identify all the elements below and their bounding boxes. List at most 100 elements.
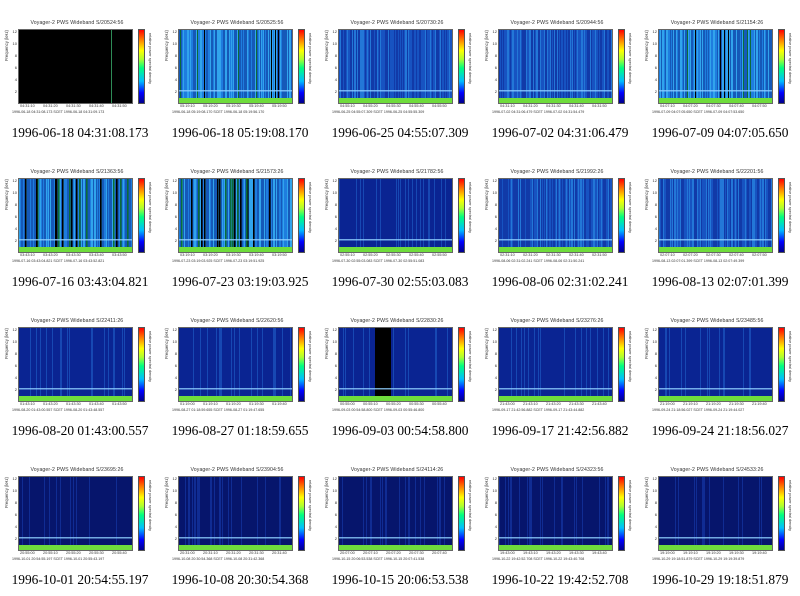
thumbnail-cell[interactable]: Voyager-2 PWS Wideband S/22620:56 Frequen…	[160, 298, 320, 447]
spectrogram-thumbnail[interactable]: Voyager-2 PWS Wideband S/20524:56 Frequen…	[2, 3, 158, 119]
thumbnail-caption[interactable]: 1996-10-01 20:54:55.197	[0, 572, 160, 588]
y-tick-labels: 12 10 8 6 4 2	[491, 325, 497, 397]
spectrogram-thumbnail[interactable]: Voyager-2 PWS Wideband S/20730:26 Frequen…	[322, 3, 478, 119]
spectrogram-thumbnail[interactable]: Voyager-2 PWS Wideband S/21154:26 Frequen…	[642, 3, 798, 119]
spectrogram-column	[593, 328, 594, 401]
thumbnail-caption[interactable]: 1996-07-09 04:07:05.650	[640, 125, 800, 141]
thumbnail-cell[interactable]: Voyager-2 PWS Wideband S/24533:26 Frequen…	[640, 447, 800, 596]
thumbnail-caption[interactable]: 1996-09-24 21:18:56.027	[640, 423, 800, 439]
spectrogram-thumbnail[interactable]: Voyager-2 PWS Wideband S/23485:56 Frequen…	[642, 301, 798, 417]
spectrogram-thumbnail[interactable]: Voyager-2 PWS Wideband S/23695:26 Frequen…	[2, 450, 158, 566]
thumbnail-header: Voyager-2 PWS Wideband S/22830:26	[350, 318, 444, 324]
thumbnail-caption[interactable]: 1996-08-13 02:07:01.399	[640, 274, 800, 290]
y-axis-label: Frequency (kHz)	[324, 477, 329, 508]
y-tick-label: 12	[652, 29, 657, 34]
thumbnail-cell[interactable]: Voyager-2 PWS Wideband S/23485:56 Frequen…	[640, 298, 800, 447]
spectrogram-column	[608, 477, 609, 550]
thumbnail-cell[interactable]: Voyager-2 PWS Wideband S/20944:56 Frequen…	[480, 0, 640, 149]
thumbnail-cell[interactable]: Voyager-2 PWS Wideband S/21154:26 Frequen…	[640, 0, 800, 149]
spectrogram-column	[542, 30, 543, 103]
spectrogram-thumbnail[interactable]: Voyager-2 PWS Wideband S/23276:26 Frequen…	[482, 301, 638, 417]
spectrogram-thumbnail[interactable]: Voyager-2 PWS Wideband S/22620:56 Frequen…	[162, 301, 318, 417]
spectrogram-column	[535, 328, 536, 401]
thumbnail-caption[interactable]: 1996-07-16 03:43:04.821	[0, 274, 160, 290]
spectrogram-column	[356, 179, 357, 252]
thumbnail-caption[interactable]: 1996-07-23 03:19:03.925	[160, 274, 320, 290]
spectrogram-column	[512, 179, 513, 252]
spectrogram-column	[189, 179, 190, 252]
spectrogram-column	[417, 179, 418, 252]
thumbnail-cell[interactable]: Voyager-2 PWS Wideband S/23276:26 Frequen…	[480, 298, 640, 447]
spectrogram-thumbnail[interactable]: Voyager-2 PWS Wideband S/22830:26 Frequen…	[322, 301, 478, 417]
spectrogram-thumbnail[interactable]: Voyager-2 PWS Wideband S/24323:56 Frequen…	[482, 450, 638, 566]
spectrogram-column	[403, 179, 404, 252]
thumbnail-cell[interactable]: Voyager-2 PWS Wideband S/22830:26 Frequen…	[320, 298, 480, 447]
spectrogram-thumbnail[interactable]: Voyager-2 PWS Wideband S/24114:26 Frequen…	[322, 450, 478, 566]
thumbnail-cell[interactable]: Voyager-2 PWS Wideband S/22411:26 Frequen…	[0, 298, 160, 447]
spectrogram-column	[372, 179, 373, 252]
spectrogram-stripe	[256, 30, 257, 103]
thumbnail-cell[interactable]: Voyager-2 PWS Wideband S/20524:56 Frequen…	[0, 0, 160, 149]
spectrogram-thumbnail[interactable]: Voyager-2 PWS Wideband S/21573:26 Frequen…	[162, 152, 318, 268]
spectrogram-column	[194, 179, 195, 252]
spectrogram-thumbnail[interactable]: Voyager-2 PWS Wideband S/21782:56 Frequen…	[322, 152, 478, 268]
spectrogram-column	[272, 477, 273, 550]
thumbnail-cell[interactable]: Voyager-2 PWS Wideband S/21573:26 Frequen…	[160, 149, 320, 298]
thumbnail-cell[interactable]: Voyager-2 PWS Wideband S/20525:56 Frequen…	[160, 0, 320, 149]
thumbnail-caption[interactable]: 1996-09-17 21:42:56.882	[480, 423, 640, 439]
spectrogram-thumbnail[interactable]: Voyager-2 PWS Wideband S/24533:26 Frequen…	[642, 450, 798, 566]
spectrogram-thumbnail[interactable]: Voyager-2 PWS Wideband S/20944:56 Frequen…	[482, 3, 638, 119]
spectrogram-column	[218, 477, 219, 550]
spectrogram-column	[339, 179, 340, 252]
thumbnail-caption[interactable]: 1996-07-30 02:55:03.083	[320, 274, 480, 290]
spectrogram-column	[440, 477, 441, 550]
spectrogram-plot	[18, 327, 133, 402]
thumbnail-cell[interactable]: Voyager-2 PWS Wideband S/23695:26 Frequen…	[0, 447, 160, 596]
thumbnail-cell[interactable]: Voyager-2 PWS Wideband S/24323:56 Frequen…	[480, 447, 640, 596]
thumbnail-caption[interactable]: 1996-09-03 00:54:58.800	[320, 423, 480, 439]
spectrogram-column	[354, 477, 355, 550]
spectrogram-thumbnail[interactable]: Voyager-2 PWS Wideband S/20525:56 Frequen…	[162, 3, 318, 119]
thumbnail-cell[interactable]: Voyager-2 PWS Wideband S/24114:26 Frequen…	[320, 447, 480, 596]
x-tick-label: 02:31:30	[546, 253, 561, 257]
spectrogram-column	[513, 328, 514, 401]
spectrogram-column	[348, 30, 349, 103]
thumbnail-caption[interactable]: 1996-06-18 05:19:08.170	[160, 125, 320, 141]
spectrogram-column	[111, 328, 112, 401]
spectrogram-column	[85, 179, 86, 252]
thumbnail-caption[interactable]: 1996-06-25 04:55:07.309	[320, 125, 480, 141]
thumbnail-caption[interactable]: 1996-08-20 01:43:00.557	[0, 423, 160, 439]
spectrogram-thumbnail[interactable]: Voyager-2 PWS Wideband S/23904:56 Frequen…	[162, 450, 318, 566]
thumbnail-caption[interactable]: 1996-08-06 02:31:02.241	[480, 274, 640, 290]
thumbnail-cell[interactable]: Voyager-2 PWS Wideband S/21363:56 Frequen…	[0, 149, 160, 298]
spectrogram-column	[756, 328, 757, 401]
spectrogram-column	[562, 477, 563, 550]
thumbnail-caption[interactable]: 1996-10-22 19:42:52.708	[480, 572, 640, 588]
x-tick-label: 02:31:10	[500, 253, 515, 257]
spectrogram-column	[208, 179, 209, 252]
thumbnail-caption[interactable]: 1996-10-15 20:06:53.538	[320, 572, 480, 588]
spectrogram-column	[55, 477, 56, 550]
thumbnail-cell[interactable]: Voyager-2 PWS Wideband S/22201:56 Frequen…	[640, 149, 800, 298]
spectrogram-thumbnail[interactable]: Voyager-2 PWS Wideband S/22411:26 Frequen…	[2, 301, 158, 417]
spectrogram-column	[501, 477, 502, 550]
spectrogram-column	[595, 328, 596, 401]
thumbnail-cell[interactable]: Voyager-2 PWS Wideband S/21782:56 Frequen…	[320, 149, 480, 298]
spectrogram-column	[581, 477, 582, 550]
thumbnail-caption[interactable]: 1996-10-29 19:18:51.879	[640, 572, 800, 588]
spectrogram-column	[763, 179, 764, 252]
spectrogram-thumbnail[interactable]: Voyager-2 PWS Wideband S/22201:56 Frequen…	[642, 152, 798, 268]
thumbnail-cell[interactable]: Voyager-2 PWS Wideband S/23904:56 Frequen…	[160, 447, 320, 596]
y-tick-label: 2	[174, 387, 177, 392]
spectrogram-column	[606, 30, 607, 103]
thumbnail-caption[interactable]: 1996-08-27 01:18:59.655	[160, 423, 320, 439]
thumbnail-cell[interactable]: Voyager-2 PWS Wideband S/21992:26 Frequen…	[480, 149, 640, 298]
spectrogram-column	[393, 179, 394, 252]
spectrogram-thumbnail[interactable]: Voyager-2 PWS Wideband S/21363:56 Frequen…	[2, 152, 158, 268]
thumbnail-cell[interactable]: Voyager-2 PWS Wideband S/20730:26 Frequen…	[320, 0, 480, 149]
spectrogram-column	[732, 477, 733, 550]
thumbnail-caption[interactable]: 1996-10-08 20:30:54.368	[160, 572, 320, 588]
thumbnail-caption[interactable]: 1996-07-02 04:31:06.479	[480, 125, 640, 141]
spectrogram-thumbnail[interactable]: Voyager-2 PWS Wideband S/21992:26 Frequen…	[482, 152, 638, 268]
thumbnail-caption[interactable]: 1996-06-18 04:31:08.173	[0, 125, 160, 141]
